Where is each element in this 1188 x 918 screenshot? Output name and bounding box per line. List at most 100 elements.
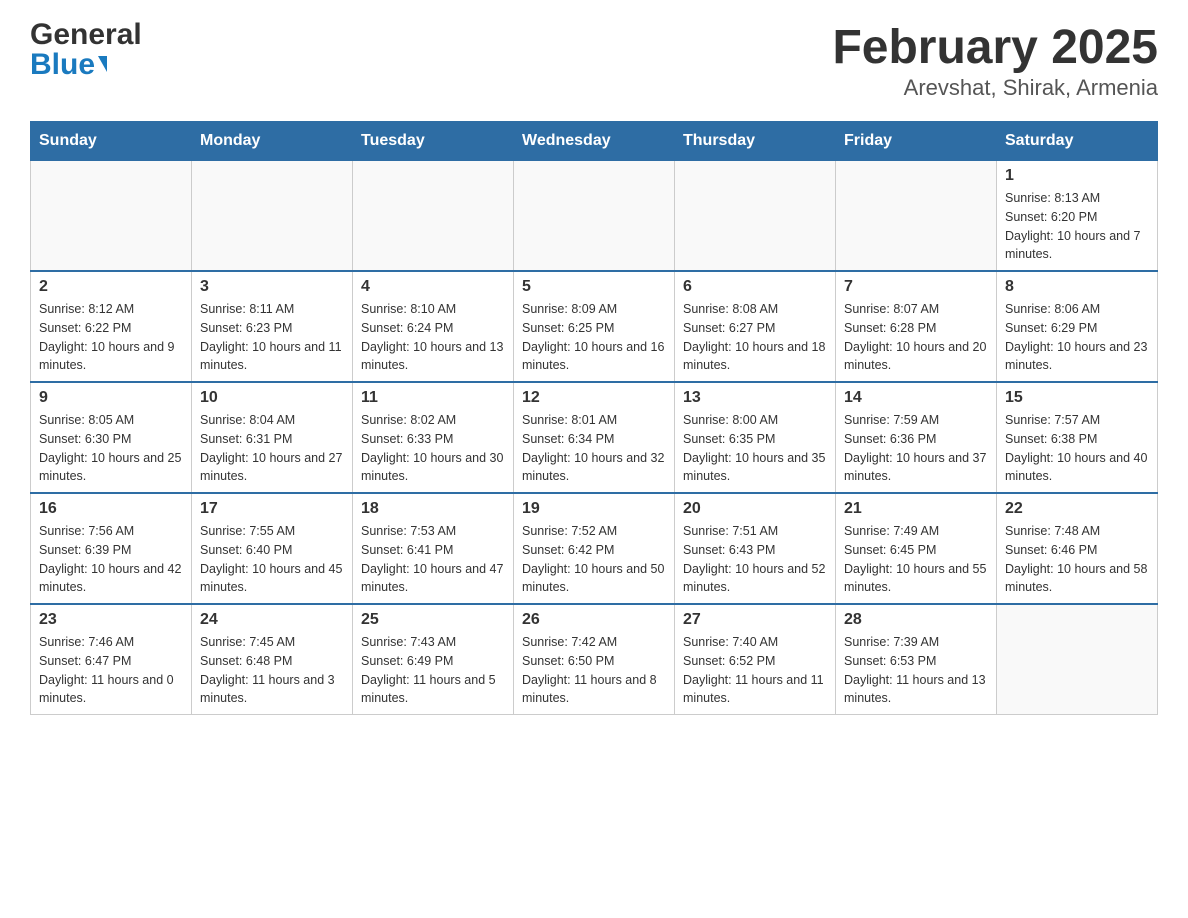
calendar-cell: 26 Sunrise: 7:42 AM Sunset: 6:50 PM Dayli… [514,604,675,715]
day-number: 13 [683,389,827,407]
calendar-cell: 3Sunrise: 8:11 AM Sunset: 6:23 PM Daylig… [192,271,353,382]
calendar-cell: 16 Sunrise: 7:56 AM Sunset: 6:39 PM Dayli… [31,493,192,604]
day-info: Sunrise: 7:56 AM Sunset: 6:39 PM Dayligh… [39,522,183,597]
day-info: Sunrise: 7:48 AM Sunset: 6:46 PM Dayligh… [1005,522,1149,597]
day-info: Sunrise: 7:46 AM Sunset: 6:47 PM Dayligh… [39,633,183,708]
calendar-cell: 28 Sunrise: 7:39 AM Sunset: 6:53 PM Dayli… [836,604,997,715]
logo: General Blue [30,20,142,80]
day-info: Sunrise: 8:07 AM Sunset: 6:28 PM Dayligh… [844,300,988,375]
day-number: 22 [1005,500,1149,518]
day-info: Sunrise: 8:05 AM Sunset: 6:30 PM Dayligh… [39,411,183,486]
day-info: Sunrise: 7:45 AM Sunset: 6:48 PM Dayligh… [200,633,344,708]
day-info: Sunrise: 7:55 AM Sunset: 6:40 PM Dayligh… [200,522,344,597]
day-info: Sunrise: 8:02 AM Sunset: 6:33 PM Dayligh… [361,411,505,486]
day-number: 16 [39,500,183,518]
day-number: 2 [39,278,183,296]
calendar-cell [514,161,675,272]
calendar-week-0: 1 Sunrise: 8:13 AM Sunset: 6:20 PM Daylig… [31,161,1158,272]
day-info: Sunrise: 7:51 AM Sunset: 6:43 PM Dayligh… [683,522,827,597]
day-number: 25 [361,611,505,629]
calendar-cell: 6 Sunrise: 8:08 AM Sunset: 6:27 PM Daylig… [675,271,836,382]
calendar-table: Sunday Monday Tuesday Wednesday Thursday… [30,121,1158,715]
calendar-cell: 8 Sunrise: 8:06 AM Sunset: 6:29 PM Daylig… [997,271,1158,382]
calendar-cell [675,161,836,272]
day-number: 9 [39,389,183,407]
calendar-cell: 10 Sunrise: 8:04 AM Sunset: 6:31 PM Dayli… [192,382,353,493]
calendar-cell: 12 Sunrise: 8:01 AM Sunset: 6:34 PM Dayli… [514,382,675,493]
calendar-cell: 27 Sunrise: 7:40 AM Sunset: 6:52 PM Dayli… [675,604,836,715]
calendar-cell: 11 Sunrise: 8:02 AM Sunset: 6:33 PM Dayli… [353,382,514,493]
day-info: Sunrise: 8:04 AM Sunset: 6:31 PM Dayligh… [200,411,344,486]
calendar-cell [997,604,1158,715]
calendar-cell: 5Sunrise: 8:09 AM Sunset: 6:25 PM Daylig… [514,271,675,382]
day-info: Sunrise: 7:40 AM Sunset: 6:52 PM Dayligh… [683,633,827,708]
col-monday: Monday [192,122,353,161]
day-number: 24 [200,611,344,629]
day-number: 27 [683,611,827,629]
day-number: 20 [683,500,827,518]
calendar-cell: 23 Sunrise: 7:46 AM Sunset: 6:47 PM Dayli… [31,604,192,715]
day-number: 12 [522,389,666,407]
calendar-cell: 21 Sunrise: 7:49 AM Sunset: 6:45 PM Dayli… [836,493,997,604]
day-number: 14 [844,389,988,407]
calendar-title: February 2025 [832,20,1158,75]
calendar-cell [192,161,353,272]
day-number: 8 [1005,278,1149,296]
calendar-cell: 15Sunrise: 7:57 AM Sunset: 6:38 PM Dayli… [997,382,1158,493]
day-number: 18 [361,500,505,518]
col-friday: Friday [836,122,997,161]
calendar-cell [836,161,997,272]
day-number: 4 [361,278,505,296]
calendar-cell: 19 Sunrise: 7:52 AM Sunset: 6:42 PM Dayli… [514,493,675,604]
calendar-cell [353,161,514,272]
calendar-cell: 2Sunrise: 8:12 AM Sunset: 6:22 PM Daylig… [31,271,192,382]
day-info: Sunrise: 7:39 AM Sunset: 6:53 PM Dayligh… [844,633,988,708]
day-info: Sunrise: 8:13 AM Sunset: 6:20 PM Dayligh… [1005,189,1149,264]
calendar-cell: 13 Sunrise: 8:00 AM Sunset: 6:35 PM Dayli… [675,382,836,493]
calendar-header-row: Sunday Monday Tuesday Wednesday Thursday… [31,122,1158,161]
calendar-week-1: 2Sunrise: 8:12 AM Sunset: 6:22 PM Daylig… [31,271,1158,382]
day-number: 10 [200,389,344,407]
day-info: Sunrise: 7:49 AM Sunset: 6:45 PM Dayligh… [844,522,988,597]
day-info: Sunrise: 7:57 AM Sunset: 6:38 PM Dayligh… [1005,411,1149,486]
day-number: 5 [522,278,666,296]
day-info: Sunrise: 8:10 AM Sunset: 6:24 PM Dayligh… [361,300,505,375]
calendar-cell: 14 Sunrise: 7:59 AM Sunset: 6:36 PM Dayli… [836,382,997,493]
day-number: 1 [1005,167,1149,185]
calendar-cell: 18Sunrise: 7:53 AM Sunset: 6:41 PM Dayli… [353,493,514,604]
day-info: Sunrise: 7:43 AM Sunset: 6:49 PM Dayligh… [361,633,505,708]
day-number: 26 [522,611,666,629]
day-info: Sunrise: 7:42 AM Sunset: 6:50 PM Dayligh… [522,633,666,708]
day-number: 11 [361,389,505,407]
calendar-cell: 9 Sunrise: 8:05 AM Sunset: 6:30 PM Daylig… [31,382,192,493]
day-number: 7 [844,278,988,296]
day-number: 21 [844,500,988,518]
calendar-cell: 4 Sunrise: 8:10 AM Sunset: 6:24 PM Daylig… [353,271,514,382]
day-info: Sunrise: 8:08 AM Sunset: 6:27 PM Dayligh… [683,300,827,375]
logo-arrow-icon [98,56,107,72]
page-header: General Blue February 2025 Arevshat, Shi… [30,20,1158,101]
day-number: 6 [683,278,827,296]
calendar-cell: 22 Sunrise: 7:48 AM Sunset: 6:46 PM Dayli… [997,493,1158,604]
day-info: Sunrise: 7:52 AM Sunset: 6:42 PM Dayligh… [522,522,666,597]
day-info: Sunrise: 8:00 AM Sunset: 6:35 PM Dayligh… [683,411,827,486]
calendar-cell: 17 Sunrise: 7:55 AM Sunset: 6:40 PM Dayli… [192,493,353,604]
day-number: 19 [522,500,666,518]
day-number: 17 [200,500,344,518]
calendar-week-4: 23 Sunrise: 7:46 AM Sunset: 6:47 PM Dayli… [31,604,1158,715]
calendar-cell: 24 Sunrise: 7:45 AM Sunset: 6:48 PM Dayli… [192,604,353,715]
calendar-week-3: 16 Sunrise: 7:56 AM Sunset: 6:39 PM Dayli… [31,493,1158,604]
col-thursday: Thursday [675,122,836,161]
day-info: Sunrise: 7:59 AM Sunset: 6:36 PM Dayligh… [844,411,988,486]
col-saturday: Saturday [997,122,1158,161]
col-wednesday: Wednesday [514,122,675,161]
day-info: Sunrise: 8:06 AM Sunset: 6:29 PM Dayligh… [1005,300,1149,375]
day-number: 23 [39,611,183,629]
day-number: 28 [844,611,988,629]
logo-general-text: General [30,20,142,50]
col-sunday: Sunday [31,122,192,161]
day-number: 3 [200,278,344,296]
day-info: Sunrise: 8:01 AM Sunset: 6:34 PM Dayligh… [522,411,666,486]
calendar-cell: 1 Sunrise: 8:13 AM Sunset: 6:20 PM Daylig… [997,161,1158,272]
calendar-cell: 20 Sunrise: 7:51 AM Sunset: 6:43 PM Dayli… [675,493,836,604]
